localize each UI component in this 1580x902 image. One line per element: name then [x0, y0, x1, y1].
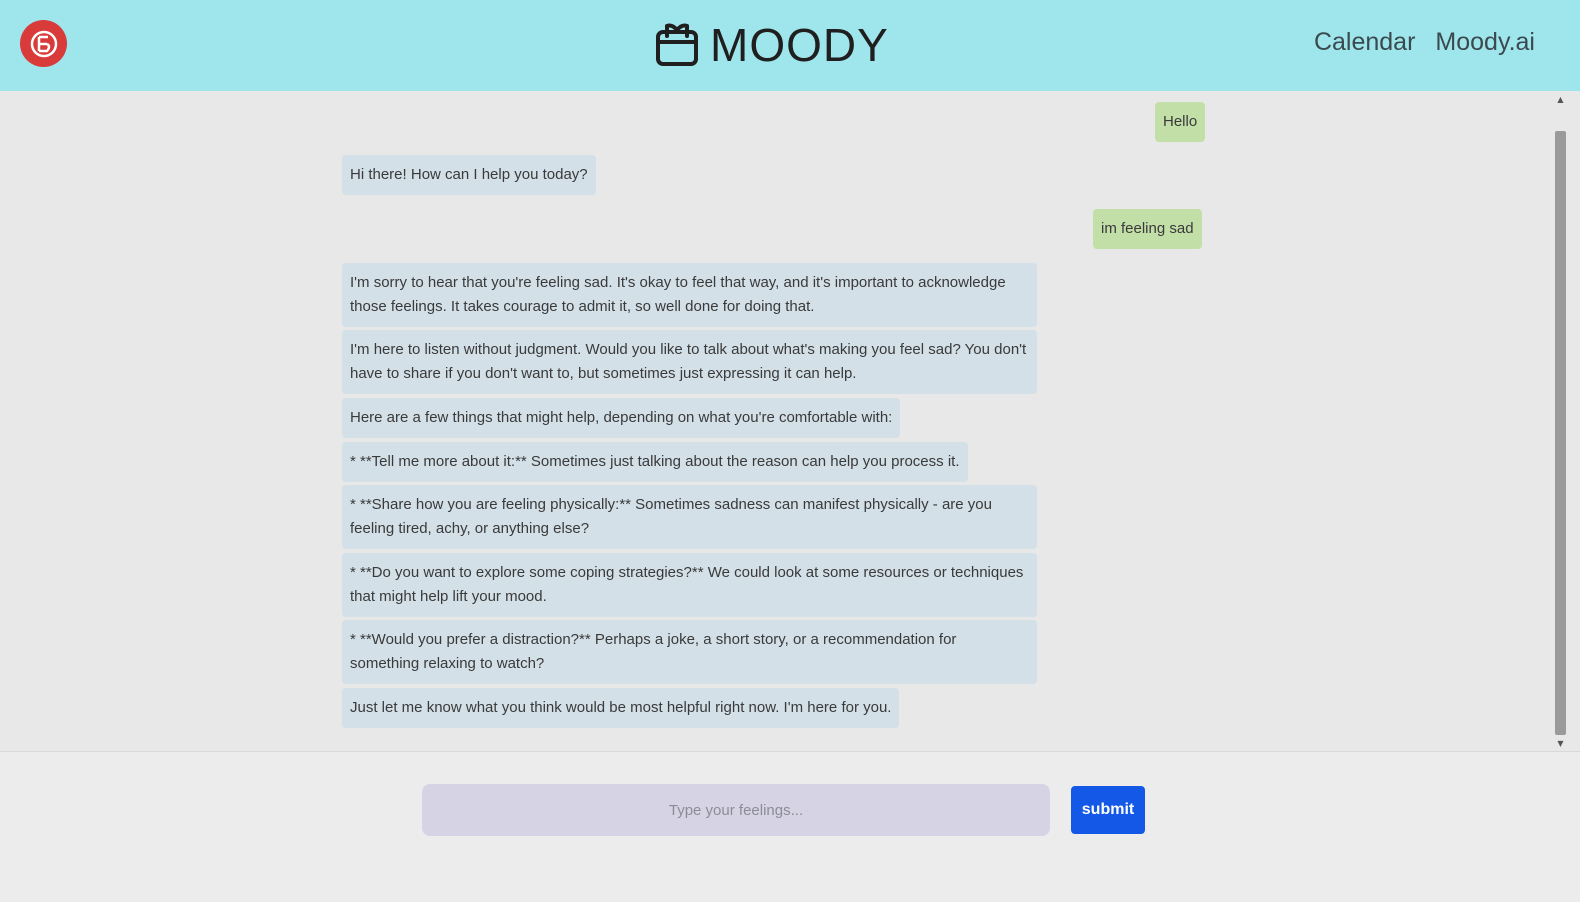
chat-area[interactable]: Hello Hi there! How can I help you today…: [0, 91, 1568, 751]
bot-message: Here are a few things that might help, d…: [342, 398, 901, 438]
scroll-up-icon[interactable]: ▲: [1553, 93, 1568, 107]
scroll-thumb[interactable]: [1555, 131, 1566, 735]
chat-scrollbar[interactable]: ▲ ▼: [1553, 91, 1568, 751]
calendar-icon: [656, 23, 698, 66]
app-header: MOODY Calendar Moody.ai: [0, 0, 1580, 91]
bot-message: I'm here to listen without judgment. Wou…: [342, 330, 1037, 394]
scroll-down-icon[interactable]: ▼: [1553, 737, 1568, 751]
bot-message: I'm sorry to hear that you're feeling sa…: [342, 263, 1037, 327]
feelings-input[interactable]: [422, 784, 1050, 836]
nav-calendar[interactable]: Calendar: [1314, 28, 1415, 57]
main-nav: Calendar Moody.ai: [1314, 28, 1535, 57]
bot-message: * **Tell me more about it:** Sometimes j…: [342, 442, 968, 482]
bot-message: * **Would you prefer a distraction?** Pe…: [342, 620, 1037, 684]
brand-title: MOODY: [710, 19, 889, 71]
bot-message: * **Do you want to explore some coping s…: [342, 553, 1037, 617]
nav-moody-ai[interactable]: Moody.ai: [1435, 28, 1535, 57]
brand[interactable]: MOODY: [654, 18, 889, 72]
bot-message: Hi there! How can I help you today?: [342, 155, 596, 195]
bot-message: * **Share how you are feeling physically…: [342, 485, 1037, 549]
bot-message: Just let me know what you think would be…: [342, 688, 900, 728]
submit-button[interactable]: submit: [1071, 786, 1145, 834]
user-message: Hello: [1155, 102, 1206, 142]
user-message: im feeling sad: [1093, 209, 1202, 249]
brand-logo-icon[interactable]: [20, 20, 67, 67]
